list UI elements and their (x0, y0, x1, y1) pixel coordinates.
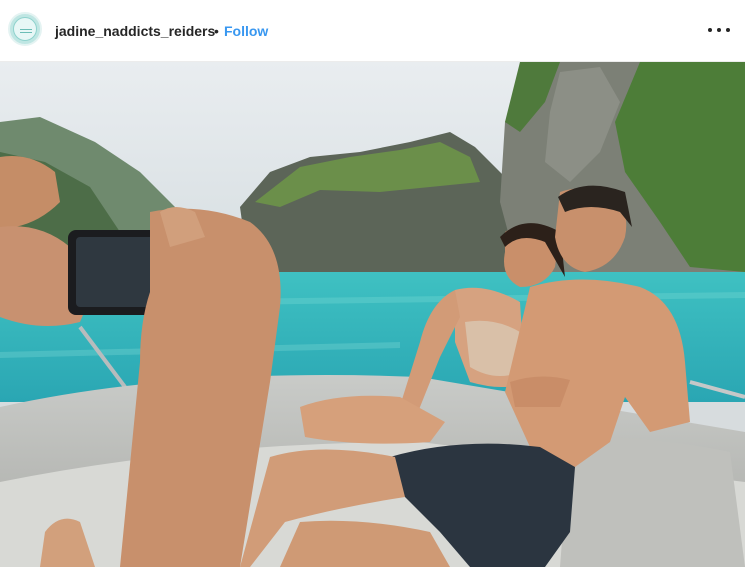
follow-button[interactable]: Follow (224, 23, 268, 39)
more-options-icon[interactable] (705, 18, 735, 42)
avatar[interactable] (8, 12, 42, 46)
post-header: jadine_naddicts_reiders • Follow (0, 0, 745, 62)
post-photo-illustration (0, 62, 745, 567)
post-photo[interactable] (0, 62, 745, 567)
avatar-logo-icon (13, 17, 37, 41)
username-link[interactable]: jadine_naddicts_reiders (55, 23, 215, 39)
separator-dot: • (214, 23, 219, 39)
instagram-post: jadine_naddicts_reiders • Follow (0, 0, 745, 567)
